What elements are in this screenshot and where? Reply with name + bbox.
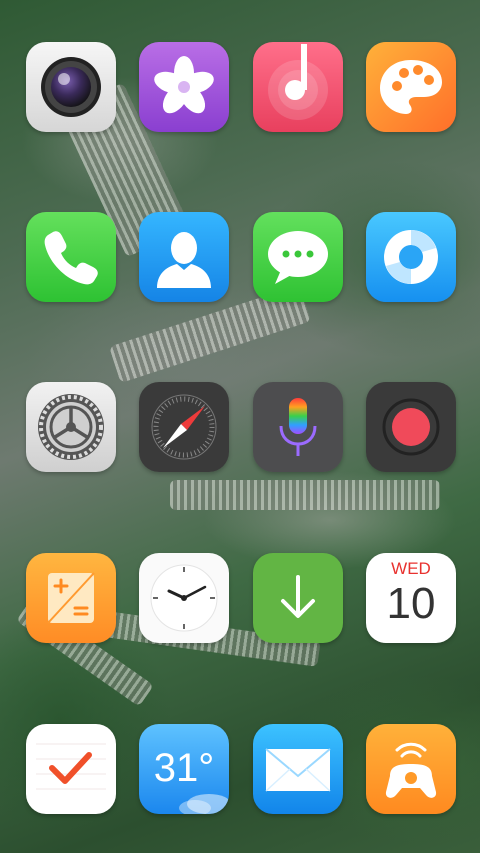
photos-app[interactable] (139, 42, 229, 132)
compass-app[interactable] (139, 382, 229, 472)
calendar-day-number: 10 (386, 579, 436, 628)
mail-app[interactable] (253, 724, 343, 814)
weather-temperature: 31° (153, 746, 215, 790)
gamepad-icon (366, 724, 456, 814)
messages-app[interactable] (253, 212, 343, 302)
weather-app[interactable]: 31° (139, 724, 229, 814)
compass-icon (139, 382, 229, 472)
music-app[interactable] (253, 42, 343, 132)
envelope-icon (253, 724, 343, 814)
phone-handset-icon (26, 212, 116, 302)
home-screen: { "apps": [ {"name":"camera-app","icon":… (0, 0, 480, 853)
swirl-icon (366, 212, 456, 302)
calculator-icon (26, 553, 116, 643)
recorder-app[interactable] (366, 382, 456, 472)
music-note-icon (253, 42, 343, 132)
calendar-weekday: WED (391, 559, 431, 578)
calendar-app[interactable]: WED 10 (366, 553, 456, 643)
gear-icon (26, 382, 116, 472)
down-arrow-icon (253, 553, 343, 643)
game-center-app[interactable] (366, 724, 456, 814)
camera-lens-icon (26, 42, 116, 132)
calculator-app[interactable] (26, 553, 116, 643)
downloads-app[interactable] (253, 553, 343, 643)
person-icon (139, 212, 229, 302)
contacts-app[interactable] (139, 212, 229, 302)
clock-app[interactable] (139, 553, 229, 643)
microphone-icon (253, 382, 343, 472)
voice-assistant-app[interactable] (253, 382, 343, 472)
record-dot-icon (366, 382, 456, 472)
themes-app[interactable] (366, 42, 456, 132)
reminders-app[interactable] (26, 724, 116, 814)
phone-app[interactable] (26, 212, 116, 302)
browser-app[interactable] (366, 212, 456, 302)
speech-bubble-icon (253, 212, 343, 302)
clock-face-icon (139, 553, 229, 643)
checkmark-icon (26, 724, 116, 814)
settings-app[interactable] (26, 382, 116, 472)
camera-app[interactable] (26, 42, 116, 132)
palette-icon (366, 42, 456, 132)
app-grid: WED 10 31° (0, 0, 480, 853)
flower-icon (139, 42, 229, 132)
